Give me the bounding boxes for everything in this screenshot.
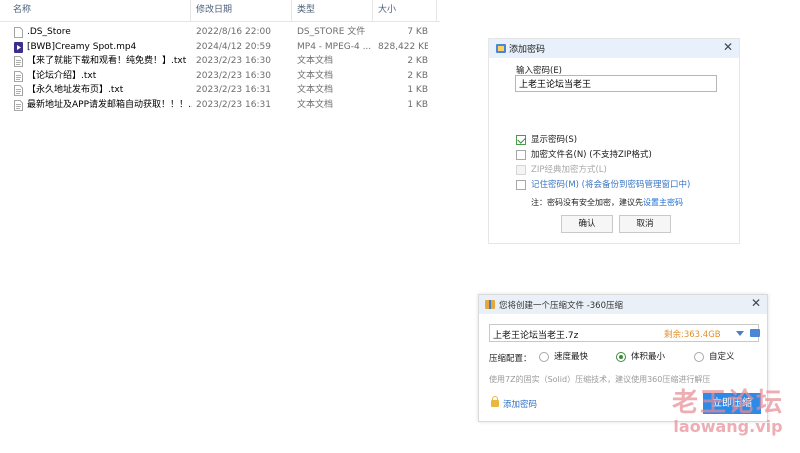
file-name: 【来了就能下载和观看！纯免费！】.txt bbox=[27, 56, 187, 66]
dialog-title: 添加密码 bbox=[509, 45, 546, 55]
show-password-label: 显示密码(S) bbox=[531, 135, 578, 145]
encrypt-filename-label: 加密文件名(N) (不支持ZIP格式) bbox=[531, 150, 652, 160]
archive-path-value: 上老王论坛当老王.7z bbox=[493, 331, 579, 341]
security-note-text: 注：密码没有安全加密，建议先 bbox=[531, 198, 643, 207]
compress-title: 您将创建一个压缩文件 -360压缩 bbox=[499, 301, 623, 311]
free-space-label: 剩余:363.4GB bbox=[664, 330, 721, 340]
column-size[interactable]: 大小 bbox=[373, 0, 396, 22]
add-password-dialog: 添加密码 ✕ 输入密码(E) 显示密码(S) 加密文件名(N) (不支持ZIP格… bbox=[488, 38, 740, 244]
file-name: 最新地址及APP请发邮箱自动获取！！！... bbox=[27, 99, 192, 110]
set-master-password-link[interactable]: 设置主密码 bbox=[643, 198, 683, 207]
video-file-icon bbox=[14, 41, 23, 53]
file-name: [BWB]Creamy Spot.mp4 bbox=[27, 41, 137, 52]
zip-classic-encryption-checkbox bbox=[516, 165, 526, 175]
file-date: 2023/2/23 16:30 bbox=[196, 56, 271, 66]
file-type: 文本文档 bbox=[297, 70, 334, 81]
close-icon[interactable]: ✕ bbox=[723, 40, 733, 54]
start-compress-button[interactable]: 立即压缩 bbox=[703, 393, 761, 414]
cancel-button[interactable]: 取消 bbox=[619, 215, 671, 233]
column-separator[interactable] bbox=[436, 0, 437, 22]
mode-fastest-radio[interactable] bbox=[539, 352, 549, 362]
mode-smallest-label: 体积最小 bbox=[631, 352, 666, 362]
file-date: 2024/4/12 20:59 bbox=[196, 41, 271, 52]
compress-hint: 使用7Z的固实（Solid）压缩技术，建议使用360压缩进行解压 bbox=[489, 375, 711, 384]
file-row[interactable]: 最新地址及APP请发邮箱自动获取！！！... 2023/2/23 16:31 文本文… bbox=[0, 98, 440, 113]
column-name[interactable]: 名称 bbox=[8, 0, 31, 22]
security-note: 注：密码没有安全加密，建议先设置主密码 bbox=[531, 197, 683, 208]
file-row[interactable]: 【永久地址发布页】.txt 2023/2/23 16:31 文本文档 1 KB bbox=[0, 83, 440, 98]
file-explorer: 名称 修改日期 类型 大小 .DS_Store 2022/8/16 22:00 DS… bbox=[0, 0, 440, 453]
text-file-icon bbox=[14, 85, 23, 96]
lock-icon bbox=[491, 396, 499, 407]
column-header-bar: 名称 修改日期 类型 大小 bbox=[0, 0, 440, 22]
password-input[interactable] bbox=[515, 75, 717, 92]
file-type: DS_STORE 文件 bbox=[297, 27, 366, 37]
file-row[interactable]: .DS_Store 2022/8/16 22:00 DS_STORE 文件 7 KB bbox=[0, 25, 440, 40]
dialog-title-bar[interactable]: 添加密码 ✕ bbox=[489, 39, 739, 58]
file-size: 7 KB bbox=[407, 27, 428, 37]
file-type: 文本文档 bbox=[297, 56, 334, 66]
file-name: .DS_Store bbox=[27, 27, 71, 37]
file-date: 2022/8/16 22:00 bbox=[196, 27, 271, 37]
file-size: 828,422 KB bbox=[378, 41, 428, 52]
key-window-icon bbox=[496, 44, 506, 53]
file-row[interactable]: 【论坛介绍】.txt 2023/2/23 16:30 文本文档 2 KB bbox=[0, 69, 440, 84]
mode-custom-radio[interactable] bbox=[694, 352, 704, 362]
file-type: 文本文档 bbox=[297, 85, 334, 95]
compress-dialog: 您将创建一个压缩文件 -360压缩 ✕ 上老王论坛当老王.7z 剩余:363.4… bbox=[478, 294, 768, 422]
file-type: 文本文档 bbox=[297, 99, 334, 110]
confirm-button[interactable]: 确认 bbox=[561, 215, 613, 233]
column-date[interactable]: 修改日期 bbox=[191, 0, 232, 22]
text-file-icon bbox=[14, 99, 23, 111]
file-row[interactable]: [BWB]Creamy Spot.mp4 2024/4/12 20:59 MP4 -… bbox=[0, 40, 440, 55]
remember-password-label: 记住密码(M) (将会备份到密码管理窗口中) bbox=[531, 180, 691, 190]
mode-smallest-radio[interactable] bbox=[616, 352, 626, 362]
archive-path-field[interactable]: 上老王论坛当老王.7z 剩余:363.4GB bbox=[489, 324, 760, 342]
close-icon[interactable]: ✕ bbox=[751, 296, 761, 310]
compress-title-bar[interactable]: 您将创建一个压缩文件 -360压缩 ✕ bbox=[479, 295, 767, 314]
file-type: MP4 - MPEG-4 ... bbox=[297, 41, 372, 52]
file-size: 2 KB bbox=[407, 70, 428, 81]
blank-file-icon bbox=[14, 27, 23, 38]
file-row[interactable]: 【来了就能下载和观看！纯免费！】.txt 2023/2/23 16:30 文本文档 2… bbox=[0, 54, 440, 69]
show-password-checkbox[interactable] bbox=[516, 135, 526, 145]
file-size: 2 KB bbox=[407, 56, 428, 66]
add-password-label: 添加密码 bbox=[503, 400, 538, 410]
column-type[interactable]: 类型 bbox=[292, 0, 315, 22]
text-file-icon bbox=[14, 56, 23, 67]
encrypt-filename-checkbox[interactable] bbox=[516, 150, 526, 160]
compress-config-label: 压缩配置： bbox=[489, 354, 532, 364]
file-name: 【永久地址发布页】.txt bbox=[27, 85, 124, 95]
file-name: 【论坛介绍】.txt bbox=[27, 70, 97, 81]
folder-icon[interactable] bbox=[750, 329, 760, 337]
file-date: 2023/2/23 16:30 bbox=[196, 70, 271, 81]
mode-custom-label: 自定义 bbox=[709, 352, 735, 362]
file-size: 1 KB bbox=[407, 85, 428, 95]
archive-icon bbox=[485, 300, 495, 309]
mode-fastest-label: 速度最快 bbox=[554, 352, 589, 362]
file-date: 2023/2/23 16:31 bbox=[196, 85, 271, 95]
chevron-down-icon[interactable] bbox=[736, 331, 744, 336]
file-date: 2023/2/23 16:31 bbox=[196, 99, 271, 110]
zip-classic-encryption-label: ZIP经典加密方式(L) bbox=[531, 165, 607, 175]
file-list: .DS_Store 2022/8/16 22:00 DS_STORE 文件 7 KB [… bbox=[0, 25, 440, 112]
file-size: 1 KB bbox=[407, 99, 428, 110]
remember-password-checkbox[interactable] bbox=[516, 180, 526, 190]
text-file-icon bbox=[14, 70, 23, 82]
